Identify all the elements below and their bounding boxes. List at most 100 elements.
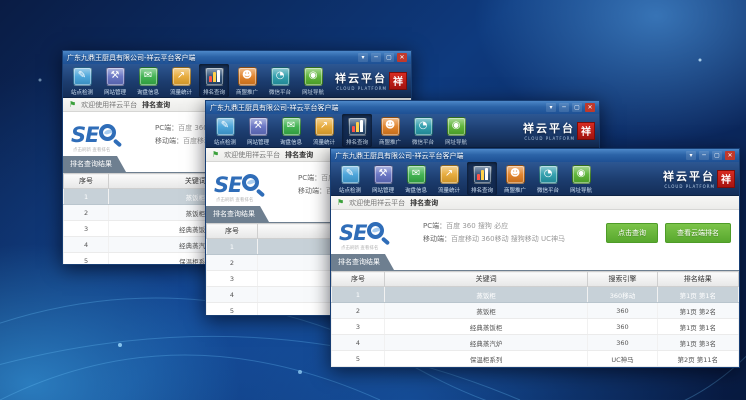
toolbar-item-rank-query[interactable]: 排名查询 — [342, 114, 372, 147]
close-button[interactable]: ✕ — [585, 103, 595, 112]
action-buttons: 点击查询 查看云端排名 — [606, 223, 731, 243]
seo-logo: SE 点击刷新 查看排名 — [71, 124, 145, 146]
close-button[interactable]: ✕ — [725, 151, 735, 160]
skin-button[interactable]: ▾ — [686, 151, 696, 160]
window-titlebar[interactable]: 广东九鼎王厨具有限公司-祥云平台客户端 ▾─▢✕ — [63, 51, 411, 64]
window-controls: ▾─▢✕ — [686, 151, 735, 160]
column-header[interactable]: 序号 — [332, 272, 385, 287]
toolbar-item-label: 询盘信息 — [280, 137, 302, 145]
toolbar-item-label: 商盟推广 — [236, 87, 258, 95]
table-cell: 360 — [588, 367, 657, 368]
minimize-button[interactable]: ─ — [559, 103, 569, 112]
view-cloud-rank-button[interactable]: 查看云端排名 — [665, 223, 731, 243]
toolbar-item-site-nav[interactable]: ◉网址导航 — [298, 64, 328, 97]
minimize-button[interactable]: ─ — [699, 151, 709, 160]
magnifier-handle — [381, 236, 390, 245]
toolbar-item-alliance-promo[interactable]: ☻商盟推广 — [232, 64, 262, 97]
tab-strip: 排名查询结果 — [331, 254, 739, 271]
table-cell: 第1页 第2名 — [657, 303, 738, 319]
window-controls: ▾─▢✕ — [358, 53, 407, 62]
traffic-stats-icon: ↗ — [172, 67, 191, 86]
site-manage-icon: ⚒ — [249, 117, 268, 136]
table-cell: 第1页 第1名 — [657, 319, 738, 335]
toolbar-item-inquiry-info[interactable]: ✉询盘信息 — [276, 114, 306, 147]
toolbar-item-site-check[interactable]: ✎站点检测 — [335, 162, 365, 195]
toolbar-item-label: 流量统计 — [313, 137, 335, 145]
site-nav-icon: ◉ — [304, 67, 323, 86]
skin-button[interactable]: ▾ — [358, 53, 368, 62]
toolbar-item-wechat-platform[interactable]: ◔微信平台 — [408, 114, 438, 147]
window-titlebar[interactable]: 广东九鼎王厨具有限公司-祥云平台客户端 ▾─▢✕ — [331, 149, 739, 162]
toolbar-item-inquiry-info[interactable]: ✉询盘信息 — [401, 162, 431, 195]
table-cell: 2 — [332, 303, 385, 319]
table-row[interactable]: 4经典蒸汽炉360第1页 第3名 — [332, 335, 739, 351]
maximize-button[interactable]: ▢ — [572, 103, 582, 112]
table-cell: 蒸饭柜 — [384, 303, 588, 319]
seo-logo: SE 点击刷新 查看排名 — [214, 174, 288, 196]
column-header[interactable]: 排名结果 — [657, 272, 738, 287]
toolbar-item-wechat-platform[interactable]: ◔微信平台 — [533, 162, 563, 195]
table-row[interactable]: 5保温柜系列UC神马第2页 第11名 — [332, 351, 739, 367]
column-header[interactable]: 关键词 — [384, 272, 588, 287]
toolbar-item-label: 网址导航 — [302, 87, 324, 95]
table-row[interactable]: 2蒸饭柜360第1页 第2名 — [332, 303, 739, 319]
table-row[interactable]: 6蒸汽炉系列360第2页 第3名 — [332, 367, 739, 368]
maximize-button[interactable]: ▢ — [384, 53, 394, 62]
breadcrumb-welcome: 欢迎使用祥云平台 — [81, 100, 137, 110]
query-button[interactable]: 点击查询 — [606, 223, 658, 243]
column-header[interactable]: 序号 — [207, 224, 258, 239]
toolbar-item-site-check[interactable]: ✎站点检测 — [210, 114, 240, 147]
seo-logo-letters: SE — [339, 222, 366, 244]
toolbar-item-site-check[interactable]: ✎站点检测 — [67, 64, 97, 97]
tab-rank-results[interactable]: 排名查询结果 — [331, 254, 394, 270]
toolbar-item-rank-query[interactable]: 排名查询 — [467, 162, 497, 195]
toolbar-item-inquiry-info[interactable]: ✉询盘信息 — [133, 64, 163, 97]
toolbar-item-site-nav[interactable]: ◉网址导航 — [441, 114, 471, 147]
toolbar-item-rank-query[interactable]: 排名查询 — [199, 64, 229, 97]
toolbar-item-traffic-stats[interactable]: ↗流量统计 — [434, 162, 464, 195]
seo-tagline: 点击刷新 查看排名 — [73, 146, 110, 152]
toolbar-item-site-manage[interactable]: ⚒网站管理 — [368, 162, 398, 195]
toolbar-item-site-manage[interactable]: ⚒网站管理 — [100, 64, 130, 97]
breadcrumb-page: 排名查询 — [285, 150, 313, 160]
toolbar-item-label: 询盘信息 — [405, 185, 427, 193]
skin-button[interactable]: ▾ — [546, 103, 556, 112]
toolbar-item-label: 网址导航 — [570, 185, 592, 193]
table-cell: 6 — [332, 367, 385, 368]
column-header[interactable]: 序号 — [64, 174, 109, 189]
toolbar-item-alliance-promo[interactable]: ☻商盟推广 — [375, 114, 405, 147]
table-row[interactable]: 1蒸饭柜360移动第1页 第1名 — [332, 287, 739, 303]
minimize-button[interactable]: ─ — [371, 53, 381, 62]
column-header[interactable]: 搜索引擎 — [588, 272, 657, 287]
traffic-stats-icon: ↗ — [440, 165, 459, 184]
inquiry-info-icon: ✉ — [407, 165, 426, 184]
close-button[interactable]: ✕ — [397, 53, 407, 62]
table-cell: 5 — [64, 253, 109, 265]
table-cell: 360 — [588, 319, 657, 335]
toolbar-item-alliance-promo[interactable]: ☻商盟推广 — [500, 162, 530, 195]
toolbar-item-traffic-stats[interactable]: ↗流量统计 — [166, 64, 196, 97]
toolbar-item-site-nav[interactable]: ◉网址导航 — [566, 162, 596, 195]
window-titlebar[interactable]: 广东九鼎王厨具有限公司-祥云平台客户端 ▾─▢✕ — [206, 101, 599, 114]
toolbar-item-label: 排名查询 — [471, 185, 493, 193]
alliance-promo-icon: ☻ — [506, 165, 525, 184]
toolbar-item-wechat-platform[interactable]: ◔微信平台 — [265, 64, 295, 97]
table-cell: 蒸饭柜 — [384, 287, 588, 303]
toolbar-item-traffic-stats[interactable]: ↗流量统计 — [309, 114, 339, 147]
engine-line-mobile: 移动端：百度移动 360移动 搜狗移动 UC神马 — [423, 234, 565, 244]
flag-icon: ⚑ — [212, 151, 219, 159]
engine-pc-list: 百度 360 搜狗 必应 — [446, 222, 508, 230]
table-cell: UC神马 — [588, 351, 657, 367]
main-toolbar: ✎站点检测⚒网站管理✉询盘信息↗流量统计排名查询☻商盟推广◔微信平台◉网址导航 … — [63, 64, 411, 98]
toolbar-item-site-manage[interactable]: ⚒网站管理 — [243, 114, 273, 147]
maximize-button[interactable]: ▢ — [712, 151, 722, 160]
site-manage-icon: ⚒ — [374, 165, 393, 184]
tab-rank-results[interactable]: 排名查询结果 — [206, 206, 269, 222]
tab-rank-results[interactable]: 排名查询结果 — [63, 156, 126, 172]
brand-text: 祥云平台 CLOUD PLATFORM — [523, 120, 575, 141]
table-cell: 360 — [588, 303, 657, 319]
desktop: { "window": { "title": "广东九鼎王厨具有限公司-祥云平台… — [0, 0, 746, 400]
breadcrumb-welcome: 欢迎使用祥云平台 — [224, 150, 280, 160]
table-row[interactable]: 3经典蒸饭柜360第1页 第1名 — [332, 319, 739, 335]
content-area: SE 点击刷新 查看排名 PC端：百度 360 搜狗 必应 移动端：百度移动 3… — [331, 210, 739, 367]
